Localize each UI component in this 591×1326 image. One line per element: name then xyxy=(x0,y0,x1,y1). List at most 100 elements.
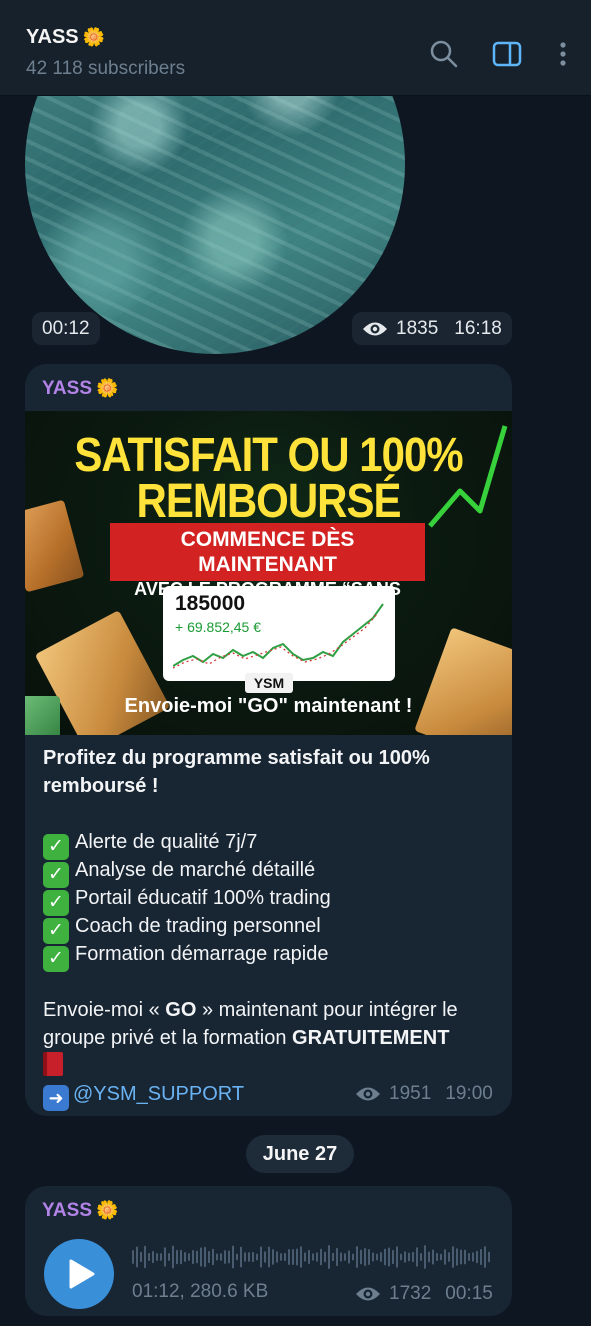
promo-post-bubble[interactable]: YASS 🌼 SATISFAIT OU 100% REMBOURSÉ COMMEN… xyxy=(25,364,512,1116)
waveform-bar xyxy=(416,1247,418,1267)
waveform-bar xyxy=(324,1251,326,1263)
waveform-bar xyxy=(160,1253,162,1261)
waveform-bar xyxy=(288,1248,290,1266)
outro-line-2: groupe privé et la formation GRATUITEMEN… xyxy=(43,1024,503,1052)
waveform-bar xyxy=(148,1252,150,1262)
right-arrow-icon: ➜ xyxy=(43,1085,69,1111)
audio-waveform[interactable] xyxy=(132,1242,497,1272)
channel-title[interactable]: YASS 🌼 xyxy=(26,26,105,49)
waveform-bar xyxy=(340,1252,342,1262)
waveform-bar xyxy=(372,1252,374,1262)
waveform-bar xyxy=(216,1253,218,1261)
waveform-bar xyxy=(188,1253,190,1261)
feature-item: ✓ Analyse de marché détaillé xyxy=(43,856,503,888)
video-views: 1835 xyxy=(396,318,439,339)
outro-gratuitement: GRATUITEMENT xyxy=(292,1027,450,1049)
video-time: 16:18 xyxy=(454,318,502,339)
waveform-bar xyxy=(336,1247,338,1267)
waveform-bar xyxy=(244,1252,246,1262)
mini-candle-chart xyxy=(173,603,384,669)
book-line xyxy=(43,1052,503,1080)
post-sender-name: YASS xyxy=(42,378,92,399)
sidebar-toggle-icon[interactable] xyxy=(491,38,523,70)
feature-item: ✓ Alerte de qualité 7j/7 xyxy=(43,828,503,860)
waveform-bar xyxy=(172,1245,174,1269)
waveform-bar xyxy=(140,1251,142,1263)
views-eye-icon xyxy=(363,322,387,335)
waveform-bar xyxy=(236,1253,238,1261)
post-title-1: Profitez du programme satisfait ou 100% xyxy=(43,747,430,769)
waveform-bar xyxy=(204,1246,206,1268)
promo-red-banner: COMMENCE DÈS MAINTENANT AVEC LE PROGRAMM… xyxy=(110,523,425,624)
waveform-bar xyxy=(412,1251,414,1263)
search-icon[interactable] xyxy=(428,38,460,70)
red-banner-line-1: COMMENCE DÈS MAINTENANT xyxy=(180,528,355,576)
views-eye-icon xyxy=(356,1287,380,1301)
video-duration-text: 00:12 xyxy=(42,318,90,339)
channel-name: YASS xyxy=(26,26,79,48)
waveform-bar xyxy=(208,1250,210,1264)
feature-text: Alerte de qualité 7j/7 xyxy=(75,831,258,853)
waveform-bar xyxy=(396,1246,398,1268)
promo-image[interactable]: SATISFAIT OU 100% REMBOURSÉ COMMENCE DÈS… xyxy=(25,411,512,735)
waveform-bar xyxy=(360,1249,362,1265)
post-text: Profitez du programme satisfait ou 100% … xyxy=(43,744,503,1111)
views-eye-icon xyxy=(356,1087,380,1101)
waveform-bar xyxy=(320,1248,322,1266)
post-sender[interactable]: YASS 🌼 xyxy=(42,378,118,400)
waveform-bar xyxy=(176,1249,178,1265)
promo-headline-2: REMBOURSÉ xyxy=(136,473,401,528)
waveform-bar xyxy=(252,1251,254,1263)
play-button[interactable] xyxy=(44,1239,114,1309)
waveform-bar xyxy=(480,1248,482,1266)
waveform-bar xyxy=(168,1252,170,1262)
audio-post-bubble[interactable]: YASS 🌼 01:12, 280.6 KB 1732 00:15 xyxy=(25,1186,512,1316)
waveform-bar xyxy=(444,1249,446,1265)
audio-sender[interactable]: YASS 🌼 xyxy=(42,1200,118,1222)
waveform-bar xyxy=(472,1252,474,1262)
more-vertical-icon[interactable] xyxy=(547,38,579,70)
brand-badge: YSM xyxy=(245,673,293,693)
feature-text: Formation démarrage rapide xyxy=(75,943,329,965)
waveform-bar xyxy=(296,1248,298,1266)
date-separator: June 27 xyxy=(246,1135,354,1173)
subscriber-count: 42 118 subscribers xyxy=(26,58,186,79)
audio-time: 00:15 xyxy=(445,1283,493,1304)
feature-text: Portail éducatif 100% trading xyxy=(75,887,331,909)
waveform-bar xyxy=(420,1253,422,1261)
video-meta: 1835 16:18 xyxy=(352,312,512,345)
trading-card: 185000 + 69.852,45 € xyxy=(163,586,395,681)
waveform-bar xyxy=(200,1247,202,1267)
waveform-bar xyxy=(400,1253,402,1261)
waveform-bar xyxy=(164,1247,166,1267)
message-list[interactable]: 00:12 1835 16:18 YASS 🌼 SATISFAIT OU 100%… xyxy=(0,96,591,1326)
support-link[interactable]: @YSM_SUPPORT xyxy=(73,1083,244,1105)
waveform-bar xyxy=(136,1246,138,1268)
waveform-bar xyxy=(232,1245,234,1269)
waveform-bar xyxy=(464,1249,466,1265)
post-time: 19:00 xyxy=(445,1083,493,1104)
post-title-2: remboursé ! xyxy=(43,775,159,797)
waveform-bar xyxy=(484,1246,486,1268)
waveform-bar xyxy=(272,1249,274,1265)
waveform-bar xyxy=(424,1245,426,1269)
check-mark-icon: ✓ xyxy=(43,946,69,972)
waveform-bar xyxy=(156,1253,158,1261)
audio-views: 1732 xyxy=(389,1283,432,1304)
waveform-bar xyxy=(468,1252,470,1262)
audio-meta: 1732 00:15 xyxy=(355,1283,493,1305)
waveform-bar xyxy=(180,1249,182,1265)
waveform-bar xyxy=(488,1251,490,1263)
waveform-bar xyxy=(404,1251,406,1263)
waveform-bar xyxy=(456,1248,458,1266)
waveform-bar xyxy=(376,1253,378,1261)
waveform-bar xyxy=(432,1249,434,1265)
waveform-bar xyxy=(448,1252,450,1262)
waveform-bar xyxy=(356,1245,358,1269)
chat-header[interactable]: YASS 🌼 42 118 subscribers xyxy=(0,0,591,96)
waveform-bar xyxy=(152,1250,154,1264)
waveform-bar xyxy=(220,1253,222,1261)
waveform-bar xyxy=(436,1252,438,1262)
